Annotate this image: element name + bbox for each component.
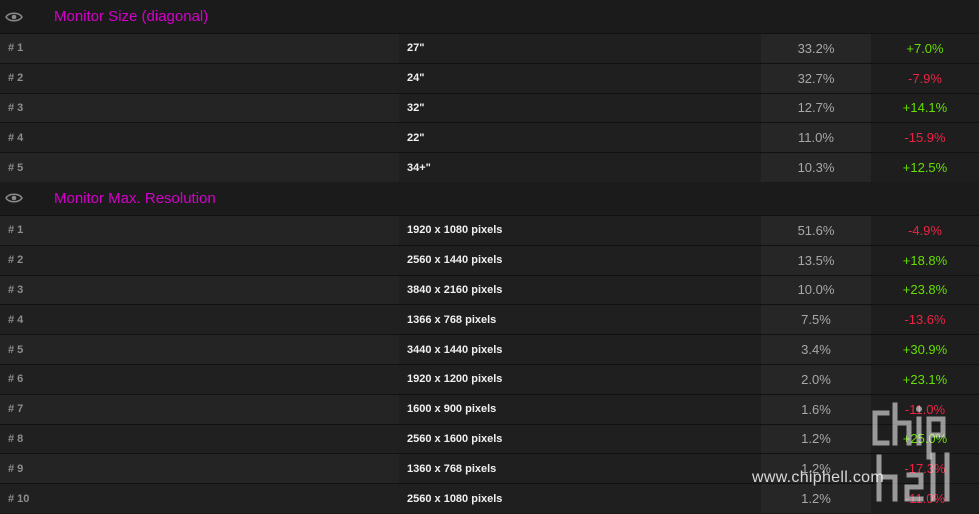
item-name: 34+" bbox=[399, 153, 761, 182]
section-header: Monitor Size (diagonal) bbox=[0, 0, 979, 33]
share-percent: 12.7% bbox=[761, 93, 871, 123]
table-row: # 2 2560 x 1440 pixels 13.5% +18.8% bbox=[0, 244, 979, 275]
section-monitor-resolution: Monitor Max. Resolution # 1 1920 x 1080 p… bbox=[0, 181, 979, 513]
item-name: 27" bbox=[399, 34, 761, 63]
table-row: # 4 1366 x 768 pixels 7.5% -13.6% bbox=[0, 304, 979, 335]
item-name: 1920 x 1200 pixels bbox=[399, 364, 761, 394]
table-row: # 1 27" 33.2% +7.0% bbox=[0, 33, 979, 63]
table-row: # 5 3440 x 1440 pixels 3.4% +30.9% bbox=[0, 334, 979, 364]
table-row: # 5 34+" 10.3% +12.5% bbox=[0, 152, 979, 182]
share-percent: 3.4% bbox=[761, 335, 871, 364]
change-percent: -7.9% bbox=[871, 63, 979, 93]
share-percent: 13.5% bbox=[761, 245, 871, 275]
rank-label: # 7 bbox=[8, 403, 24, 416]
item-name: 1920 x 1080 pixels bbox=[399, 215, 761, 245]
change-percent: +30.9% bbox=[871, 335, 979, 364]
share-percent: 11.0% bbox=[761, 123, 871, 153]
section-header: Monitor Max. Resolution bbox=[0, 181, 979, 215]
rank-label: # 3 bbox=[8, 101, 24, 114]
share-percent: 10.3% bbox=[761, 153, 871, 182]
change-percent: -13.6% bbox=[871, 305, 979, 335]
rank-label: # 2 bbox=[8, 254, 24, 267]
rank-label: # 1 bbox=[8, 42, 24, 55]
share-percent: 33.2% bbox=[761, 34, 871, 63]
item-name: 2560 x 1600 pixels bbox=[399, 424, 761, 454]
table-row: # 4 22" 11.0% -15.9% bbox=[0, 122, 979, 153]
table-row: # 3 32" 12.7% +14.1% bbox=[0, 92, 979, 123]
eye-icon[interactable] bbox=[5, 12, 23, 22]
table-row: # 10 2560 x 1080 pixels 1.2% -11.0% bbox=[0, 483, 979, 513]
rank-label: # 5 bbox=[8, 161, 24, 174]
share-percent: 1.2% bbox=[761, 424, 871, 454]
item-name: 1600 x 900 pixels bbox=[399, 394, 761, 424]
rank-label: # 1 bbox=[8, 224, 24, 237]
item-name: 22" bbox=[399, 123, 761, 153]
share-percent: 51.6% bbox=[761, 215, 871, 245]
change-percent: +7.0% bbox=[871, 34, 979, 63]
change-percent: +25.0% bbox=[871, 424, 979, 454]
change-percent: +12.5% bbox=[871, 153, 979, 182]
rank-label: # 4 bbox=[8, 313, 24, 326]
stats-table: Monitor Size (diagonal) # 1 27" 33.2% +7.0%… bbox=[0, 0, 979, 513]
table-row: # 6 1920 x 1200 pixels 2.0% +23.1% bbox=[0, 363, 979, 394]
item-name: 3440 x 1440 pixels bbox=[399, 335, 761, 364]
table-row: # 1 1920 x 1080 pixels 51.6% -4.9% bbox=[0, 214, 979, 245]
rank-label: # 3 bbox=[8, 283, 24, 296]
rank-label: # 8 bbox=[8, 432, 24, 445]
eye-icon[interactable] bbox=[5, 193, 23, 203]
change-percent: +23.8% bbox=[871, 275, 979, 305]
rank-label: # 4 bbox=[8, 131, 24, 144]
change-percent: -4.9% bbox=[871, 215, 979, 245]
change-percent: -11.0% bbox=[871, 484, 979, 513]
share-percent: 7.5% bbox=[761, 305, 871, 335]
section-title: Monitor Max. Resolution bbox=[54, 189, 216, 207]
watermark-text: www.chiphell.com bbox=[752, 469, 884, 486]
share-percent: 1.2% bbox=[761, 484, 871, 513]
rank-label: # 9 bbox=[8, 462, 24, 475]
item-name: 2560 x 1080 pixels bbox=[399, 484, 761, 513]
share-percent: 1.6% bbox=[761, 394, 871, 424]
change-percent: +18.8% bbox=[871, 245, 979, 275]
rank-label: # 6 bbox=[8, 373, 24, 386]
change-percent: -11.0% bbox=[871, 394, 979, 424]
share-percent: 2.0% bbox=[761, 364, 871, 394]
section-title: Monitor Size (diagonal) bbox=[54, 8, 209, 25]
table-row: # 2 24" 32.7% -7.9% bbox=[0, 62, 979, 93]
rows: # 1 27" 33.2% +7.0% # 2 24" 32.7% -7.9% # 3 32" 12… bbox=[0, 33, 979, 182]
table-row: # 8 2560 x 1600 pixels 1.2% +25.0% bbox=[0, 423, 979, 454]
item-name: 32" bbox=[399, 93, 761, 123]
rank-label: # 10 bbox=[8, 492, 30, 505]
change-percent: -17.3% bbox=[871, 454, 979, 484]
change-percent: +14.1% bbox=[871, 93, 979, 123]
item-name: 1360 x 768 pixels bbox=[399, 454, 761, 484]
item-name: 2560 x 1440 pixels bbox=[399, 245, 761, 275]
item-name: 24" bbox=[399, 63, 761, 93]
section-monitor-size: Monitor Size (diagonal) # 1 27" 33.2% +7.0%… bbox=[0, 0, 979, 182]
item-name: 3840 x 2160 pixels bbox=[399, 275, 761, 305]
share-percent: 10.0% bbox=[761, 275, 871, 305]
change-percent: -15.9% bbox=[871, 123, 979, 153]
item-name: 1366 x 768 pixels bbox=[399, 305, 761, 335]
table-row: # 7 1600 x 900 pixels 1.6% -11.0% bbox=[0, 393, 979, 424]
rank-label: # 5 bbox=[8, 343, 24, 356]
table-row: # 3 3840 x 2160 pixels 10.0% +23.8% bbox=[0, 274, 979, 305]
change-percent: +23.1% bbox=[871, 364, 979, 394]
rank-label: # 2 bbox=[8, 72, 24, 85]
share-percent: 32.7% bbox=[761, 63, 871, 93]
